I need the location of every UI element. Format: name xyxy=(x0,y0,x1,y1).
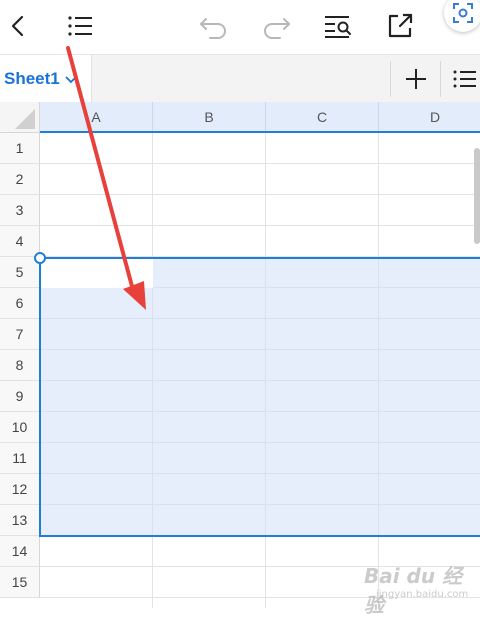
redo-icon xyxy=(264,18,290,39)
undo-button[interactable] xyxy=(196,8,232,44)
selection-handle[interactable] xyxy=(34,252,46,264)
back-icon xyxy=(11,15,24,37)
undo-icon xyxy=(200,18,226,39)
row-header-9[interactable]: 9 xyxy=(0,381,40,412)
column-header-d[interactable]: D xyxy=(379,102,480,131)
row-header-2[interactable]: 2 xyxy=(0,164,40,195)
share-export-icon xyxy=(388,13,413,38)
row-header-5[interactable]: 5 xyxy=(0,257,40,288)
top-toolbar xyxy=(0,0,480,52)
outline-list-icon xyxy=(68,16,92,36)
row-header-4[interactable]: 4 xyxy=(0,226,40,257)
row-header-8[interactable]: 8 xyxy=(0,350,40,381)
outline-button[interactable] xyxy=(62,8,98,44)
scan-icon xyxy=(453,3,473,23)
watermark: Bai du 经验 jingyan.baidu.com xyxy=(358,556,478,617)
select-all-corner[interactable] xyxy=(0,102,40,133)
divider xyxy=(390,61,391,97)
chevron-down-icon[interactable] xyxy=(65,76,77,84)
row-header-7[interactable]: 7 xyxy=(0,319,40,350)
row-header-1[interactable]: 1 xyxy=(0,133,40,164)
divider xyxy=(440,61,441,97)
row-header-11[interactable]: 11 xyxy=(0,443,40,474)
row-header-13[interactable]: 13 xyxy=(0,505,40,536)
sheet-list-button[interactable] xyxy=(452,61,480,97)
sheet-tab-bar: Sheet1 xyxy=(0,54,480,104)
column-header-b[interactable]: B xyxy=(153,102,266,131)
vertical-scrollbar[interactable] xyxy=(474,148,480,244)
scan-button[interactable] xyxy=(444,0,480,32)
row-header-15[interactable]: 15 xyxy=(0,567,40,598)
row-header-12[interactable]: 12 xyxy=(0,474,40,505)
sheet-tab-label: Sheet1 xyxy=(4,69,60,88)
share-button[interactable] xyxy=(382,8,418,44)
find-button[interactable] xyxy=(320,8,356,44)
find-icon xyxy=(325,16,351,38)
active-cell-a5[interactable] xyxy=(41,259,153,288)
column-header-c[interactable]: C xyxy=(266,102,379,131)
back-button[interactable] xyxy=(0,8,36,44)
list-icon xyxy=(453,70,476,88)
watermark-sub: jingyan.baidu.com xyxy=(376,589,469,600)
row-header-10[interactable]: 10 xyxy=(0,412,40,443)
column-header-a[interactable]: A xyxy=(40,102,153,131)
add-icon xyxy=(406,69,426,89)
add-sheet-button[interactable] xyxy=(398,61,434,97)
selected-range[interactable] xyxy=(39,257,480,537)
column-headers: A B C D xyxy=(40,102,480,133)
row-header-3[interactable]: 3 xyxy=(0,195,40,226)
row-header-6[interactable]: 6 xyxy=(0,288,40,319)
row-header-14[interactable]: 14 xyxy=(0,536,40,567)
redo-button[interactable] xyxy=(258,8,294,44)
sheet-tab-active[interactable]: Sheet1 xyxy=(0,55,92,103)
